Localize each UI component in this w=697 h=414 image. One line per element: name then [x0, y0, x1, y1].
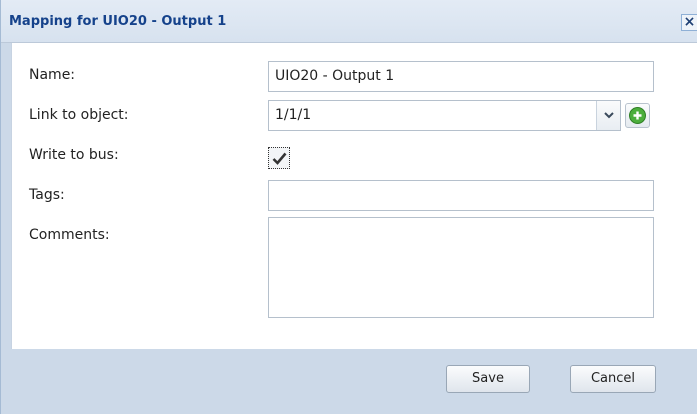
dialog-title: Mapping for UIO20 - Output 1 [9, 14, 227, 29]
check-icon [272, 152, 286, 165]
dialog-titlebar[interactable]: Mapping for UIO20 - Output 1 × [1, 0, 697, 43]
tags-field[interactable] [268, 180, 654, 211]
name-label: Name: [29, 67, 76, 83]
comments-label: Comments: [29, 227, 110, 243]
close-icon: × [683, 14, 696, 30]
comments-field[interactable] [268, 217, 654, 318]
link-to-object-value: 1/1/1 [275, 107, 312, 123]
mapping-dialog: Mapping for UIO20 - Output 1 × Name: UIO… [0, 0, 697, 414]
write-to-bus-label: Write to bus: [29, 147, 119, 163]
link-to-object-label: Link to object: [29, 107, 129, 123]
chevron-down-icon [603, 112, 614, 119]
dialog-body: Name: UIO20 - Output 1 Link to object: 1… [11, 43, 697, 349]
write-to-bus-checkbox[interactable] [268, 147, 290, 169]
tags-label: Tags: [29, 187, 65, 203]
cancel-button[interactable]: Cancel [570, 365, 656, 393]
dropdown-trigger[interactable] [596, 101, 620, 130]
close-button[interactable]: × [681, 14, 697, 31]
link-to-object-combo[interactable]: 1/1/1 [268, 100, 621, 131]
save-button[interactable]: Save [446, 365, 530, 393]
add-icon [629, 107, 646, 124]
add-object-button[interactable] [625, 103, 650, 128]
name-field[interactable]: UIO20 - Output 1 [268, 61, 654, 92]
